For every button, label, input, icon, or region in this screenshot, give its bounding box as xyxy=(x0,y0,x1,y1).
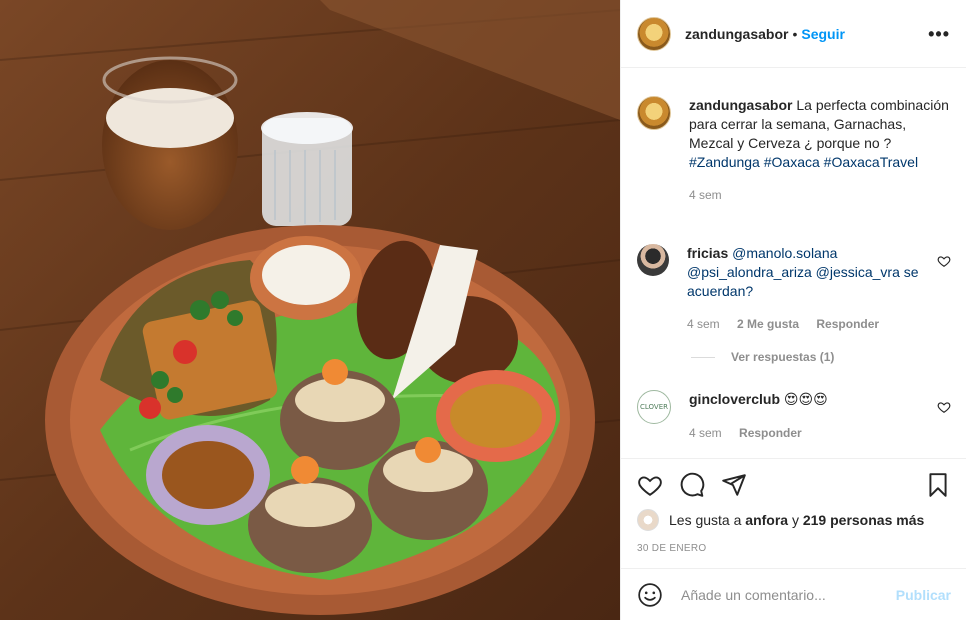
likes-user[interactable]: anfora xyxy=(745,512,788,528)
comment-likes[interactable]: 2 Me gusta xyxy=(737,317,799,331)
comment-username[interactable]: fricias xyxy=(687,245,728,261)
instagram-post-view: zandungasabor • Seguir ••• zandungasabor… xyxy=(0,0,966,620)
comment-item: CLOVER gincloverclub 😍😍😍 4 sem Responder xyxy=(637,390,951,443)
replies-divider xyxy=(691,356,715,358)
more-icon[interactable]: ••• xyxy=(928,25,950,43)
view-replies-row[interactable]: Ver respuestas (1) xyxy=(691,350,834,364)
likes-count[interactable]: 219 personas más xyxy=(803,512,924,528)
comment-avatar[interactable]: CLOVER xyxy=(637,390,671,424)
author-username[interactable]: zandungasabor xyxy=(685,26,788,42)
comment-icon[interactable] xyxy=(679,472,705,498)
comment-text: 😍😍😍 xyxy=(783,392,828,408)
comments-list[interactable]: zandungasabor La perfecta combinación pa… xyxy=(621,68,966,458)
food-photo-illustration xyxy=(0,0,620,620)
caption-item: zandungasabor La perfecta combinación pa… xyxy=(637,96,951,205)
share-icon[interactable] xyxy=(721,472,747,498)
author-avatar[interactable] xyxy=(637,16,671,51)
comment-like-icon[interactable] xyxy=(937,400,951,414)
comment-meta: 4 sem Responder xyxy=(689,424,925,443)
emoji-icon[interactable] xyxy=(637,582,663,608)
comment-username[interactable]: gincloverclub xyxy=(689,391,780,407)
caption-hashtags[interactable]: #Zandunga #Oaxaca #OaxacaTravel xyxy=(689,154,918,170)
caption-avatar[interactable] xyxy=(637,96,671,130)
caption-username[interactable]: zandungasabor xyxy=(689,97,792,113)
comment-like-icon[interactable] xyxy=(937,254,951,268)
post-side-panel: zandungasabor • Seguir ••• zandungasabor… xyxy=(620,0,966,620)
comment-avatar[interactable] xyxy=(637,244,669,276)
likes-row: Les gusta a anfora y 219 personas más xyxy=(637,509,951,531)
publish-button[interactable]: Publicar xyxy=(896,587,951,603)
caption-meta: 4 sem xyxy=(689,186,951,205)
post-actions: Les gusta a anfora y 219 personas más 30… xyxy=(621,458,966,554)
reply-button[interactable]: Responder xyxy=(739,426,802,440)
comment-meta: 4 sem 2 Me gusta Responder xyxy=(687,315,925,334)
liker-avatar[interactable] xyxy=(637,509,659,531)
comment-time[interactable]: 4 sem xyxy=(689,426,722,440)
reply-button[interactable]: Responder xyxy=(816,317,879,331)
action-icons xyxy=(637,471,951,499)
post-header: zandungasabor • Seguir ••• xyxy=(621,0,966,68)
caption-time[interactable]: 4 sem xyxy=(689,188,722,202)
header-separator: • xyxy=(792,25,798,42)
post-date[interactable]: 30 DE ENERO xyxy=(637,543,951,554)
likes-middle: y xyxy=(791,512,799,528)
comment-input[interactable] xyxy=(679,585,896,604)
comment-item: fricias @manolo.solana @psi_alondra_ariz… xyxy=(637,244,951,334)
follow-button[interactable]: Seguir xyxy=(801,26,845,42)
bookmark-icon[interactable] xyxy=(925,472,951,498)
post-photo[interactable] xyxy=(0,0,620,620)
comment-time[interactable]: 4 sem xyxy=(687,317,720,331)
view-replies-button[interactable]: Ver respuestas (1) xyxy=(731,350,834,364)
heart-icon[interactable] xyxy=(637,472,663,498)
likes-prefix: Les gusta a xyxy=(669,512,742,528)
add-comment-bar: Publicar xyxy=(621,568,966,620)
avatar-logo-text: CLOVER xyxy=(640,403,668,411)
